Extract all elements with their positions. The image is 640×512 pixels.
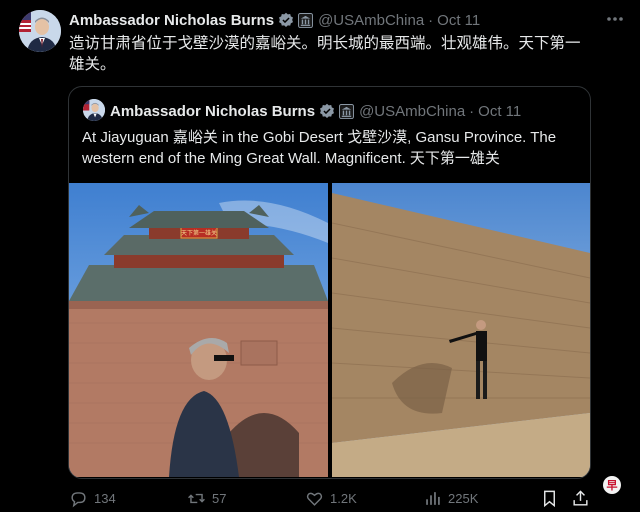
reply-icon bbox=[71, 491, 86, 507]
reply-count: 134 bbox=[94, 490, 116, 506]
views-button[interactable]: 225K bbox=[423, 489, 478, 508]
separator-dot: · bbox=[428, 11, 434, 29]
government-badge-icon bbox=[298, 12, 314, 28]
source-watermark-logo: 早 bbox=[603, 476, 621, 494]
share-button[interactable] bbox=[571, 489, 590, 508]
avatar-portrait-icon bbox=[19, 10, 61, 52]
share-icon bbox=[573, 489, 588, 506]
separator-dot: · bbox=[469, 102, 475, 120]
quoted-author-avatar bbox=[83, 99, 105, 121]
photo-great-wall[interactable] bbox=[332, 183, 590, 477]
views-count: 225K bbox=[448, 490, 479, 506]
like-count: 1.2K bbox=[330, 490, 357, 506]
gate-plaque: 天下第一雄关 bbox=[181, 229, 217, 237]
action-bar: 134 57 1.2K 225K bbox=[69, 487, 589, 509]
tweet-header: Ambassador Nicholas Burns @USAmbChina · … bbox=[69, 10, 480, 30]
quoted-tweet-date: Oct 11 bbox=[478, 102, 522, 120]
bookmark-icon bbox=[544, 490, 555, 507]
repost-icon bbox=[188, 493, 205, 503]
tweet-date[interactable]: Oct 11 bbox=[437, 12, 480, 29]
repost-count: 57 bbox=[212, 490, 227, 506]
great-wall-image bbox=[332, 183, 590, 477]
more-icon[interactable] bbox=[604, 8, 626, 30]
avatar-portrait-icon bbox=[83, 99, 105, 121]
verified-badge-icon bbox=[279, 12, 294, 27]
quoted-author-handle: @USAmbChina bbox=[359, 102, 466, 120]
verified-badge-icon bbox=[320, 103, 335, 118]
reply-button[interactable]: 134 bbox=[69, 489, 116, 508]
photo-gate-tower[interactable]: 天下第一雄关 bbox=[69, 183, 328, 477]
bookmark-button[interactable] bbox=[540, 489, 559, 508]
quoted-tweet-header: Ambassador Nicholas Burns @USAmbChina · … bbox=[110, 100, 521, 122]
gate-tower-image: 天下第一雄关 bbox=[69, 183, 328, 477]
quoted-tweet[interactable]: Ambassador Nicholas Burns @USAmbChina · … bbox=[68, 86, 591, 479]
repost-button[interactable]: 57 bbox=[187, 489, 226, 508]
author-name[interactable]: Ambassador Nicholas Burns bbox=[69, 12, 274, 29]
views-icon bbox=[426, 491, 440, 505]
tweet[interactable]: Ambassador Nicholas Burns @USAmbChina · … bbox=[0, 0, 640, 512]
like-button[interactable]: 1.2K bbox=[305, 489, 357, 508]
quoted-author-name: Ambassador Nicholas Burns bbox=[110, 102, 316, 120]
tweet-text: 造访甘肃省位于戈壁沙漠的嘉峪关。明长城的最西端。壮观雄伟。天下第一雄关。 bbox=[69, 34, 581, 73]
quoted-tweet-text: At Jiayuguan 嘉峪关 in the Gobi Desert 戈壁沙漠… bbox=[82, 129, 557, 167]
like-icon bbox=[306, 492, 323, 506]
author-avatar[interactable] bbox=[19, 10, 61, 52]
author-handle[interactable]: @USAmbChina bbox=[318, 12, 424, 29]
government-badge-icon bbox=[339, 103, 355, 119]
